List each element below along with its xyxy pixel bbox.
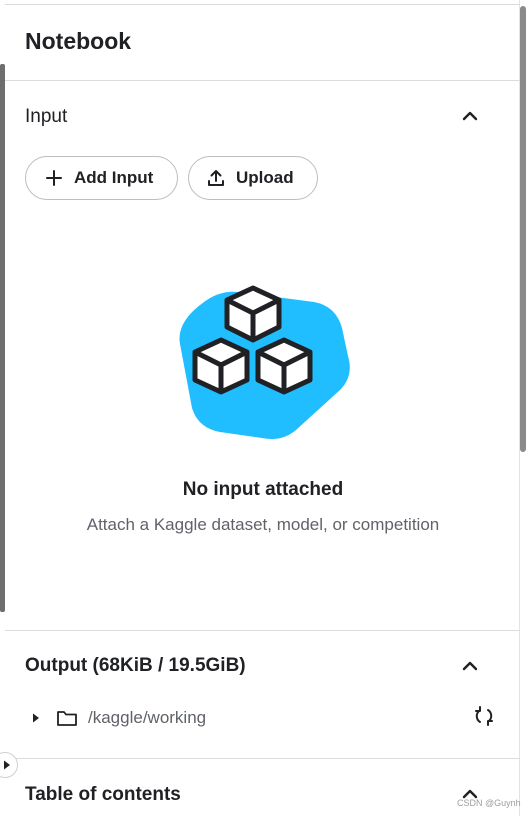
panel-right-border (519, 0, 520, 816)
toc-divider (5, 758, 520, 759)
caret-right-icon (4, 760, 10, 770)
cubes-illustration (176, 284, 352, 442)
input-section-title: Input (25, 106, 68, 127)
add-input-label: Add Input (74, 168, 154, 187)
chevron-up-icon[interactable] (460, 106, 480, 126)
upload-label: Upload (236, 168, 294, 187)
refresh-icon[interactable] (473, 705, 495, 727)
output-section-title: Output (68KiB / 19.5GiB) (25, 655, 246, 676)
expand-panel-button[interactable] (0, 752, 18, 778)
output-divider (5, 630, 520, 631)
folder-path: /kaggle/working (88, 708, 207, 727)
scrollbar-thumb[interactable] (520, 6, 526, 452)
upload-button[interactable]: Upload (188, 156, 318, 200)
toc-section-title: Table of contents (25, 784, 181, 805)
header-divider (5, 80, 520, 81)
watermark-text: CSDN @Guynh (457, 798, 521, 808)
panel-top-border (5, 4, 520, 5)
folder-icon (57, 711, 77, 726)
folder-tree-item[interactable]: /kaggle/working (30, 706, 206, 730)
empty-state-title: No input attached (182, 479, 344, 500)
chevron-up-icon[interactable] (460, 656, 480, 676)
panel-title: Notebook (25, 28, 132, 54)
add-input-button[interactable]: Add Input (25, 156, 178, 200)
upload-icon (206, 168, 226, 188)
caret-right-icon[interactable] (30, 712, 42, 724)
plus-icon (44, 168, 64, 188)
empty-state-subtitle: Attach a Kaggle dataset, model, or compe… (86, 515, 440, 534)
